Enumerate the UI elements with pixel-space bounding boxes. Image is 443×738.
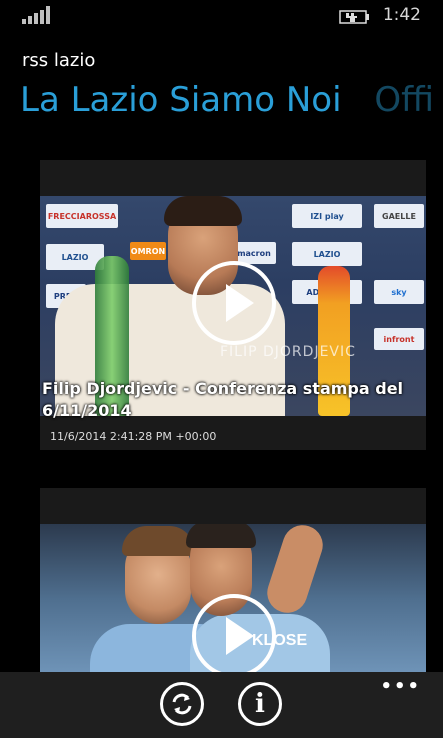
player-hair [164,196,242,226]
sponsor-logo: IZI play [292,204,362,228]
battery-charging-icon [339,10,369,24]
sponsor-logo: OMRON [130,242,166,260]
play-icon[interactable] [192,261,276,345]
sponsor-logo: FRECCIAROSSA [46,204,118,228]
info-button[interactable]: i [238,682,282,726]
video-thumbnail[interactable]: KLOSE [40,524,426,674]
feed-item[interactable]: FRECCIAROSSA IZI play GAELLE LAZIO OMRON… [40,160,426,450]
sponsor-logo: GAELLE [374,204,424,228]
app-bar: i ••• [0,672,443,738]
refresh-button[interactable] [160,682,204,726]
status-clock: 1:42 [382,5,421,25]
sponsor-logo: infront [374,328,424,350]
feed-item-title[interactable]: Filip Djordjevic - Conferenza stampa del… [42,378,422,422]
player-hair [186,524,256,548]
more-options-button[interactable]: ••• [380,676,421,697]
feed-item-date: 11/6/2014 2:41:28 PM +00:00 [50,430,217,443]
play-icon[interactable] [192,594,276,674]
info-icon: i [255,689,265,719]
player-hair [122,526,194,556]
pivot-item-next[interactable]: Offi [374,80,434,120]
refresh-icon [172,693,192,715]
signal-strength-icon [22,6,50,24]
sponsor-logo: sky [374,280,424,304]
player-arm [262,524,328,618]
sponsor-logo: LAZIO [292,242,362,266]
photo-watermark: FILIP DJORDJEVIC [220,344,356,360]
status-bar: 1:42 [0,0,443,32]
pivot-header: La Lazio Siamo Noi Offi [20,80,434,120]
feed-item[interactable]: KLOSE [40,488,426,678]
app-title: rss lazio [22,50,96,71]
pivot-item-la-lazio-siamo-noi[interactable]: La Lazio Siamo Noi [20,80,342,120]
